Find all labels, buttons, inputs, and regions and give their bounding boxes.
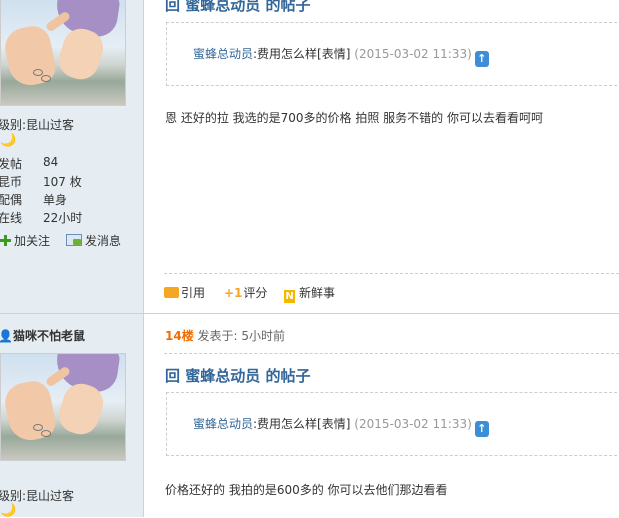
stat-label: 发帖 [0, 157, 23, 171]
user-avatar[interactable] [0, 353, 126, 461]
level-label: 级别: [0, 118, 27, 132]
divider [164, 353, 619, 354]
follow-button[interactable]: 加关注 [0, 232, 50, 249]
quote-author-link[interactable]: 蜜蜂总动员 [193, 417, 253, 431]
quote-text: :费用怎么样[表情] [253, 47, 351, 61]
post-title: 回 蜜蜂总动员 的帖子 [165, 0, 311, 14]
quote-icon [164, 287, 179, 298]
post-body: 价格还好的 我拍的是600多的 你可以去他们那边看看 [165, 483, 448, 497]
moon-icon: 🌙 [0, 503, 17, 518]
user-sidebar: 级别:昆山过客 🌙 发帖 84 昆币 107 枚 配偶 单身 在线 22小时 加… [0, 0, 144, 518]
post-body: 恩 还好的拉 我选的是700多的价格 拍照 服务不错的 你可以去看看呵呵 [165, 111, 543, 125]
up-arrow-icon[interactable]: ↑ [474, 51, 489, 67]
plus-icon [0, 235, 11, 246]
moon-icon: 🌙 [0, 133, 17, 148]
quote-button[interactable]: 引用 [164, 284, 205, 301]
divider [164, 273, 619, 274]
quote-block: 蜜蜂总动员:费用怎么样[表情] (2015-03-02 11:33) ↑ [166, 22, 619, 86]
level-value: 昆山过客 [26, 118, 75, 132]
user-level: 级别:昆山过客 [0, 116, 74, 133]
post-title: 回 蜜蜂总动员 的帖子 [165, 367, 311, 385]
news-icon: N [284, 290, 295, 303]
user-icon: 👤 [0, 329, 13, 343]
post-meta: 14楼 发表于: 5小时前 [165, 327, 285, 344]
quote-author-link[interactable]: 蜜蜂总动员 [193, 47, 253, 61]
post-time: 发表于: 5小时前 [197, 329, 286, 343]
follow-label: 加关注 [14, 234, 51, 248]
message-label: 发消息 [85, 234, 122, 248]
stat-value: 22小时 [43, 211, 83, 225]
level-label: 级别: [0, 489, 27, 503]
stat-label: 配偶 [0, 193, 23, 207]
plus-one-icon: +1 [224, 286, 243, 300]
stat-value: 84 [43, 155, 59, 169]
level-value: 昆山过客 [26, 489, 75, 503]
stat-label: 在线 [0, 211, 23, 225]
quote-block: 蜜蜂总动员:费用怎么样[表情] (2015-03-02 11:33) ↑ [166, 392, 619, 456]
user-avatar[interactable] [0, 0, 126, 106]
user-level: 级别:昆山过客 [0, 487, 74, 504]
stat-value: 单身 [43, 193, 68, 207]
up-arrow-icon[interactable]: ↑ [474, 421, 489, 437]
post-content-area: 回 蜜蜂总动员 的帖子 蜜蜂总动员:费用怎么样[表情] (2015-03-02 … [144, 0, 619, 517]
send-message-button[interactable]: 发消息 [66, 232, 121, 249]
share-button[interactable]: N 新鲜事 [284, 284, 335, 303]
rate-button[interactable]: +1评分 [224, 284, 267, 301]
floor-number[interactable]: 14楼 [165, 329, 194, 343]
envelope-icon [66, 234, 82, 246]
quote-date: (2015-03-02 11:33) [354, 47, 472, 61]
quote-line: 蜜蜂总动员:费用怎么样[表情] (2015-03-02 11:33) ↑ [193, 45, 489, 67]
quote-text: :费用怎么样[表情] [253, 417, 351, 431]
stat-label: 昆币 [0, 175, 23, 189]
post-actions: 引用 +1评分 N 新鲜事 [164, 284, 619, 303]
quote-date: (2015-03-02 11:33) [354, 417, 472, 431]
quote-line: 蜜蜂总动员:费用怎么样[表情] (2015-03-02 11:33) ↑ [193, 415, 489, 437]
stat-value: 107 枚 [43, 175, 82, 189]
post2-username[interactable]: 👤猫咪不怕老鼠 [0, 327, 85, 344]
